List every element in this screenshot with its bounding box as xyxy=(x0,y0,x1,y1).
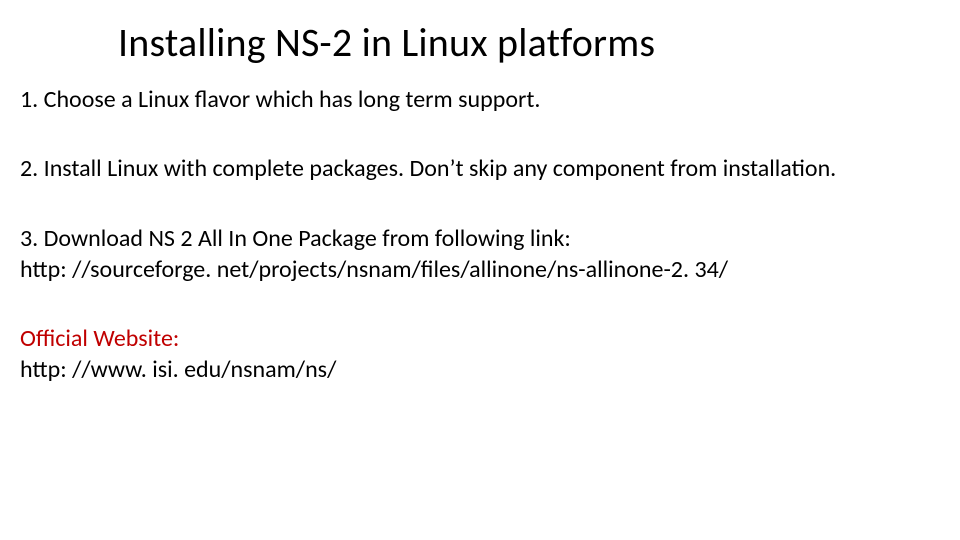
slide-title: Installing NS-2 in Linux platforms xyxy=(118,18,940,67)
step-3-text: 3. Download NS 2 All In One Package from… xyxy=(20,224,940,253)
step-2-text: 2. Install Linux with complete packages.… xyxy=(20,154,940,183)
official-website-label: Official Website: xyxy=(20,324,940,353)
step-1-text: 1. Choose a Linux flavor which has long … xyxy=(20,85,940,114)
step-3-link: http: //sourceforge. net/projects/nsnam/… xyxy=(20,255,940,284)
official-website-url: http: //www. isi. edu/nsnam/ns/ xyxy=(20,355,940,384)
slide-container: Installing NS-2 in Linux platforms 1. Ch… xyxy=(0,0,960,540)
